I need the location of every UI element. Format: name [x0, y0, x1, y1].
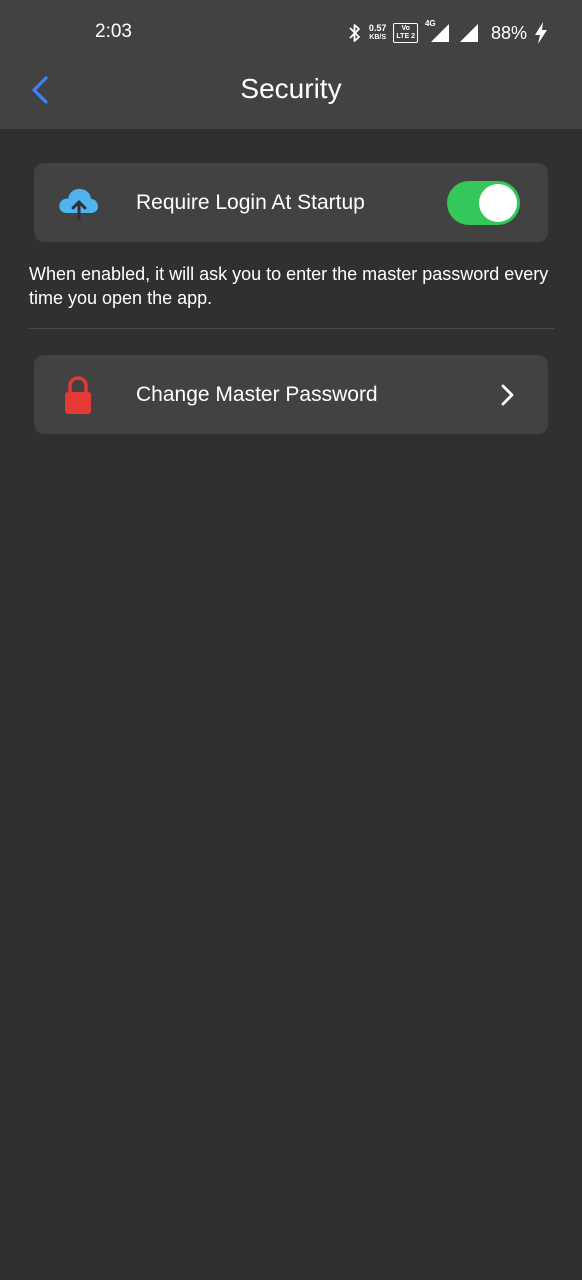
- require-login-row: Require Login At Startup: [34, 163, 548, 242]
- volte-bottom: LTE 2: [396, 33, 415, 40]
- chevron-right-icon: [501, 384, 514, 406]
- lock-icon: [65, 376, 91, 414]
- divider: [29, 328, 554, 329]
- net-speed-unit: KB/S: [369, 34, 387, 41]
- battery-percent: 88%: [490, 22, 527, 43]
- require-login-label: Require Login At Startup: [136, 191, 365, 214]
- signal-icon-sim2: [459, 24, 478, 42]
- bluetooth-icon: [349, 24, 360, 42]
- volte-top: Vo: [401, 25, 410, 32]
- cloud-upload-icon: [59, 188, 98, 221]
- net-speed: 0.57 KB/S: [369, 24, 387, 42]
- signal-icon: [430, 24, 449, 42]
- page-title: Security: [240, 73, 342, 104]
- signal-sim1: 4G: [425, 19, 451, 44]
- charging-icon: [535, 22, 547, 44]
- status-time: 2:03: [95, 21, 132, 42]
- change-password-row[interactable]: Change Master Password: [34, 355, 548, 434]
- change-password-label: Change Master Password: [136, 383, 378, 406]
- app-header: 2:03 0.57 KB/S Vo LTE 2 4G 88% Security: [0, 0, 582, 129]
- require-login-description: When enabled, it will ask you to enter t…: [29, 264, 549, 308]
- require-login-toggle[interactable]: [447, 181, 520, 225]
- toggle-knob: [479, 184, 517, 222]
- net-speed-value: 0.57: [368, 23, 387, 33]
- volte-badge: Vo LTE 2: [393, 23, 418, 43]
- status-icons: 0.57 KB/S Vo LTE 2 4G 88%: [348, 19, 548, 46]
